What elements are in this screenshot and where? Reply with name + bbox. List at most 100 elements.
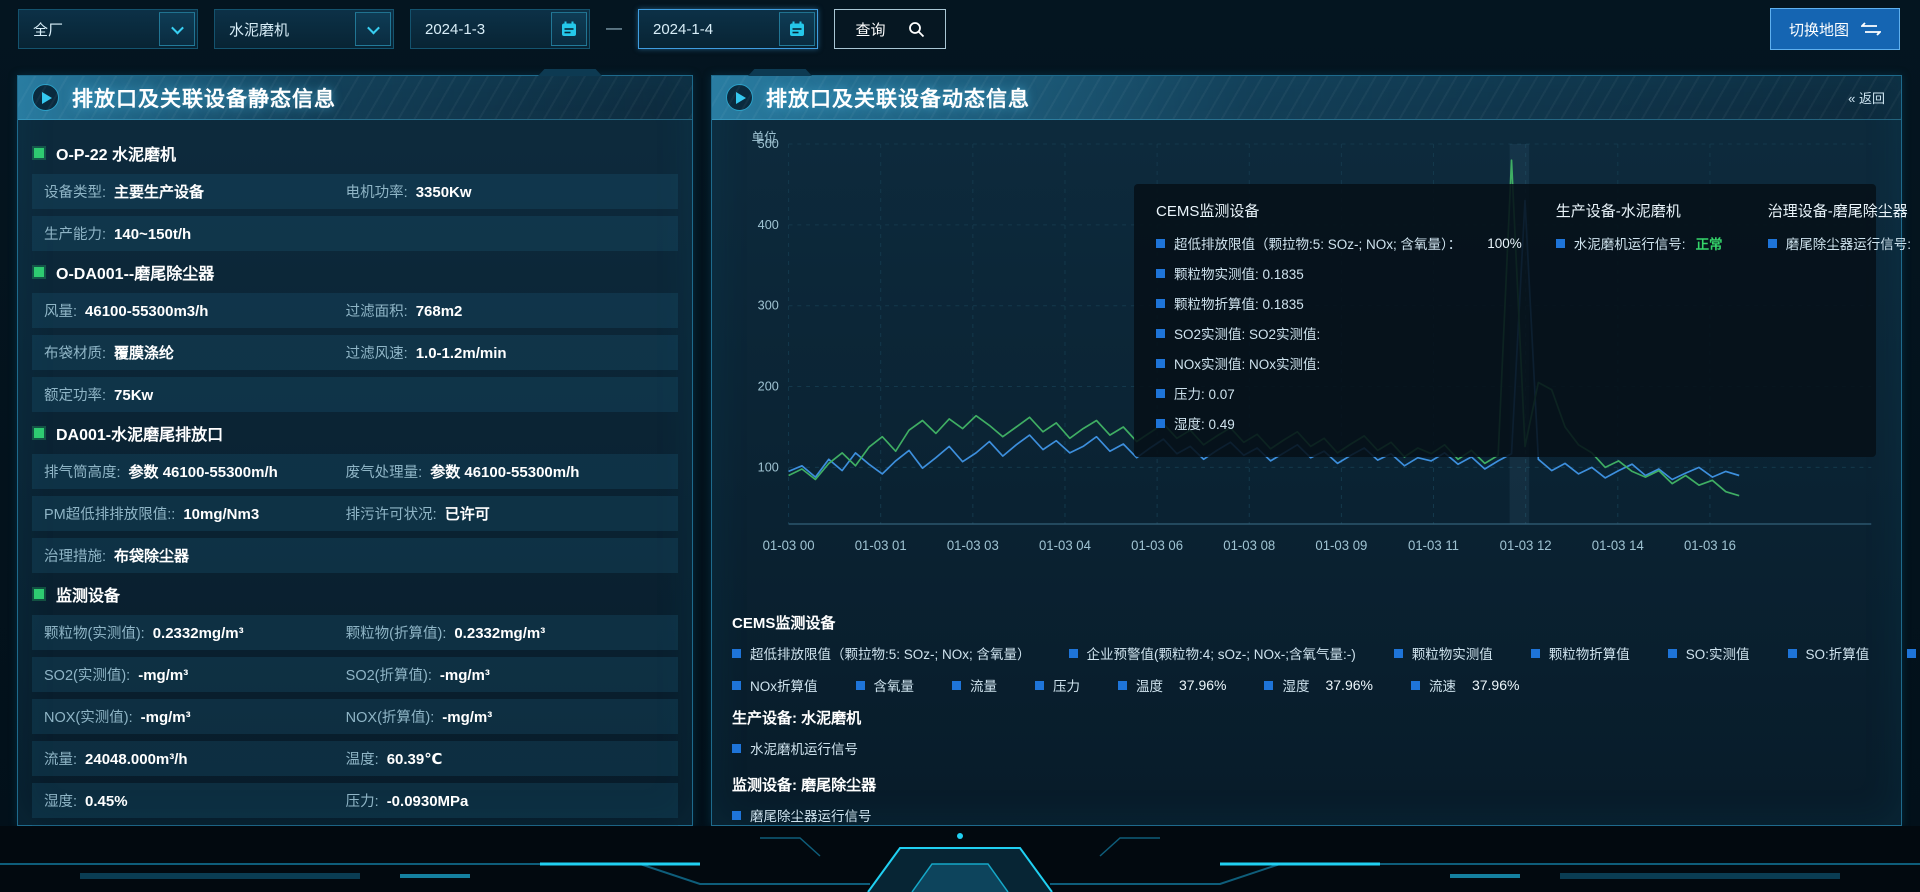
legend-item[interactable]: 企业预警值(颗粒物:4; sOz-; NOx-;含氧气量:-) (1069, 643, 1356, 663)
panel-tab-decoration (538, 69, 602, 76)
tooltip-item: 湿度: 0.49 (1156, 413, 1522, 433)
blue-square-icon (1768, 239, 1777, 248)
device-select[interactable]: 水泥磨机 (214, 9, 394, 49)
play-icon (32, 84, 59, 111)
blue-square-icon (1156, 299, 1165, 308)
chart-tooltip: CEMS监测设备超低排放限值（颗拉物:5: SOz-; NOx; 含氧量）：10… (1134, 184, 1876, 457)
legend-item[interactable]: 含氧量 (856, 675, 915, 695)
blue-square-icon (1156, 239, 1165, 248)
info-value: 140~150t/h (114, 226, 191, 243)
green-square-icon (34, 148, 44, 158)
bottom-decoration-art (0, 826, 1920, 892)
info-value: -mg/m³ (440, 667, 490, 684)
emission-line-chart[interactable]: 单位10020030040050001-03 0001-03 0101-03 0… (732, 126, 1881, 604)
tooltip-column: 生产设备-水泥磨机水泥磨机运行信号:正常 (1556, 200, 1734, 443)
blue-square-icon (1156, 419, 1165, 428)
back-link[interactable]: « 返回 (1848, 88, 1885, 107)
switch-map-label: 切换地图 (1789, 19, 1849, 40)
legend-label: NOx折算值 (750, 675, 818, 695)
info-value: 1.0-1.2m/min (416, 345, 507, 362)
info-value: -0.0930MPa (387, 793, 469, 810)
legend-label: SO:折算值 (1806, 643, 1870, 663)
legend-item[interactable]: SO:实测值 (1668, 643, 1750, 663)
info-cell: 颗粒物(实测值):0.2332mg/m³ (44, 622, 346, 643)
legend-item[interactable]: 湿度37.96% (1264, 675, 1372, 695)
legend-item[interactable]: 水泥磨机运行信号 (732, 738, 858, 758)
date-from-value: 2024-1-3 (425, 21, 485, 38)
dynamic-panel-header: 排放口及关联设备动态信息 (712, 76, 1901, 120)
tooltip-column: CEMS监测设备超低排放限值（颗拉物:5: SOz-; NOx; 含氧量）：10… (1156, 200, 1522, 443)
info-value: 10mg/Nm3 (183, 506, 259, 523)
green-square-icon (34, 267, 44, 277)
switch-map-button[interactable]: 切换地图 (1770, 8, 1900, 50)
plant-select[interactable]: 全厂 (18, 9, 198, 49)
blue-square-icon (1531, 649, 1540, 658)
info-value: -mg/m³ (138, 667, 188, 684)
blue-square-icon (732, 744, 741, 753)
legend-item[interactable]: 颗粒物折算值 (1531, 643, 1630, 663)
info-value: 布袋除尘器 (114, 545, 189, 566)
info-row: 颗粒物(实测值):0.2332mg/m³颗粒物(折算值):0.2332mg/m³ (32, 615, 678, 650)
svg-text:01-03 12: 01-03 12 (1500, 538, 1552, 553)
tooltip-item: 颗粒物实测值: 0.1835 (1156, 263, 1522, 283)
tooltip-item: SO2实测值: SO2实测值: (1156, 323, 1522, 343)
info-cell: 布袋材质:覆膜涤纶 (44, 342, 346, 363)
legend-item[interactable]: 压力 (1035, 675, 1080, 695)
tooltip-column: 治理设备-磨尾除尘器磨尾除尘器运行信号:故障 (1768, 200, 1920, 443)
legend-label: SO:实测值 (1686, 643, 1750, 663)
info-label: 额定功率: (44, 384, 106, 405)
info-label: 电机功率: (346, 181, 408, 202)
info-value: 参数 46100-55300m/h (430, 461, 579, 482)
legend-item[interactable]: NOx折算值 (732, 675, 818, 695)
info-cell: 风量:46100-55300m3/h (44, 300, 346, 321)
dynamic-panel-title: 排放口及关联设备动态信息 (766, 83, 1030, 113)
plant-select-chevron-cell[interactable] (159, 12, 195, 46)
blue-square-icon (1156, 389, 1165, 398)
search-icon (908, 21, 925, 38)
static-info-list: O-P-22 水泥磨机设备类型:主要生产设备电机功率:3350Kw生产能力:14… (18, 120, 692, 879)
info-row: 生产能力:140~150t/h (32, 216, 678, 251)
legend-row-production: 水泥磨机运行信号 (732, 738, 1881, 758)
info-cell: 废气处理量:参数 46100-55300m/h (346, 461, 580, 482)
info-label: 排污许可状况: (346, 503, 437, 524)
green-square-icon (34, 428, 44, 438)
info-cell: SO2(折算值):-mg/m³ (346, 664, 490, 685)
legend-item[interactable]: 流量 (952, 675, 997, 695)
section-title: O-P-22 水泥磨机 (56, 141, 176, 165)
legend-label: 超低排放限值（颗拉物:5: SOz-; NOx; 含氧量） (750, 643, 1031, 663)
blue-square-icon (1788, 649, 1797, 658)
date-to-calendar-cell[interactable] (779, 12, 815, 46)
blue-square-icon (1156, 269, 1165, 278)
info-cell: 排污许可状况:已许可 (346, 503, 490, 524)
legend-item[interactable]: NOx实测值 (1907, 643, 1920, 663)
info-value: 46100-55300m3/h (85, 303, 208, 320)
tooltip-item: 颗粒物折算值: 0.1835 (1156, 293, 1522, 313)
svg-text:01-03 06: 01-03 06 (1131, 538, 1183, 553)
info-cell: 湿度:0.45% (44, 790, 346, 811)
info-label: 压力: (346, 790, 379, 811)
date-from-calendar-cell[interactable] (551, 12, 587, 46)
legend-item[interactable]: SO:折算值 (1788, 643, 1870, 663)
legend-label: 磨尾除尘器运行信号 (750, 805, 872, 825)
legend-item[interactable]: 颗粒物实测值 (1394, 643, 1493, 663)
svg-text:100: 100 (758, 459, 779, 474)
query-button[interactable]: 查询 (834, 9, 946, 49)
tooltip-item-text: 超低排放限值（颗拉物:5: SOz-; NOx; 含氧量）： (1174, 233, 1461, 253)
date-to-input[interactable]: 2024-1-4 (638, 9, 818, 49)
legend-item[interactable]: 流速37.96% (1411, 675, 1519, 695)
bottom-decoration (0, 826, 1920, 892)
blue-square-icon (1069, 649, 1078, 658)
legend-item[interactable]: 磨尾除尘器运行信号 (732, 805, 872, 825)
legend-value: 37.96% (1179, 677, 1226, 693)
chevron-down-icon (367, 21, 380, 34)
legend-item[interactable]: 温度37.96% (1118, 675, 1226, 695)
tooltip-item-value: 100% (1487, 236, 1522, 251)
info-row: 布袋材质:覆膜涤纶过滤风速:1.0-1.2m/min (32, 335, 678, 370)
info-row: 流量:24048.000m³/h温度:60.39℃ (32, 741, 678, 776)
chart-legend-area: CEMS监测设备 超低排放限值（颗拉物:5: SOz-; NOx; 含氧量）企业… (732, 612, 1881, 825)
tooltip-column-title: 治理设备-磨尾除尘器 (1768, 200, 1920, 221)
device-select-chevron-cell[interactable] (355, 12, 391, 46)
date-from-input[interactable]: 2024-1-3 (410, 9, 590, 49)
tooltip-item: 压力: 0.07 (1156, 383, 1522, 403)
legend-item[interactable]: 超低排放限值（颗拉物:5: SOz-; NOx; 含氧量） (732, 643, 1031, 663)
